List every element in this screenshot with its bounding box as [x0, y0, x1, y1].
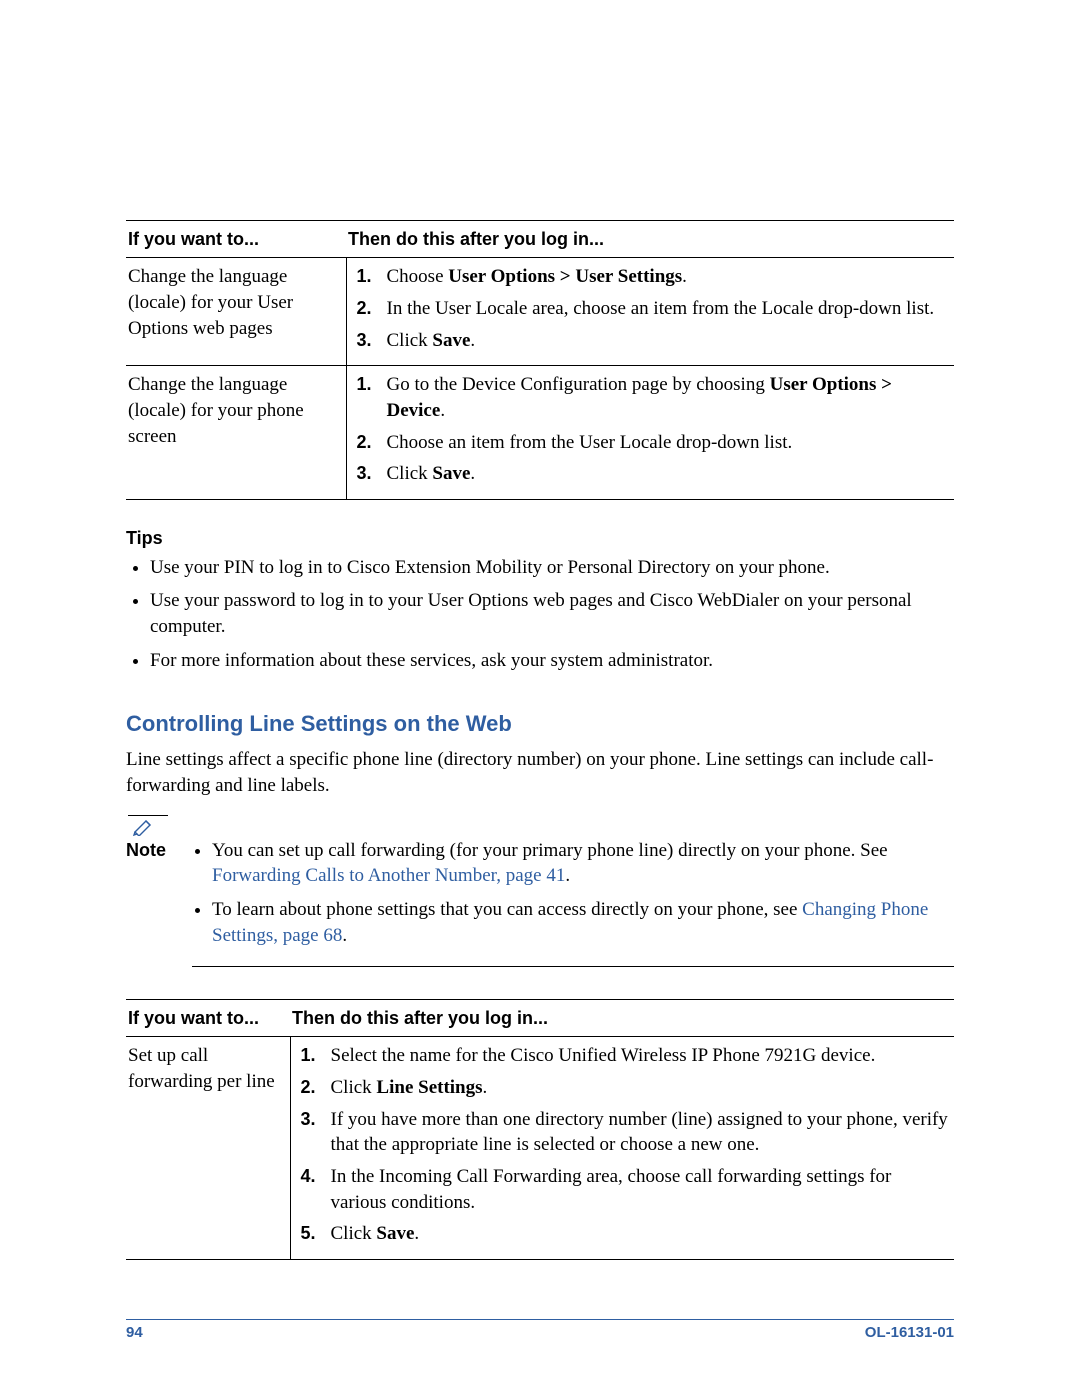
step: Choose User Options > User Settings. [357, 264, 949, 290]
steps-cell: Go to the Device Configuration page by c… [346, 366, 954, 500]
table-header: If you want to... [126, 221, 346, 258]
note-rule [128, 815, 168, 816]
note-block: Note You can set up call forwarding (for… [126, 815, 954, 968]
steps-cell: Select the name for the Cisco Unified Wi… [290, 1037, 954, 1259]
note-item: To learn about phone settings that you c… [212, 897, 954, 948]
step: Click Line Settings. [301, 1075, 949, 1101]
table-row: Set up call forwarding per line Select t… [126, 1037, 954, 1259]
note-item: You can set up call forwarding (for your… [212, 838, 954, 889]
step: Go to the Device Configuration page by c… [357, 372, 949, 423]
step: Click Save. [301, 1221, 949, 1247]
pencil-icon [132, 818, 954, 836]
note-label: Note [126, 838, 192, 862]
document-id: OL-16131-01 [865, 1324, 954, 1341]
tip-item: Use your PIN to log in to Cisco Extensio… [150, 555, 954, 581]
steps-cell: Choose User Options > User Settings. In … [346, 258, 954, 366]
want-cell: Set up call forwarding per line [126, 1037, 290, 1259]
note-content: You can set up call forwarding (for your… [192, 838, 954, 957]
table-row: Change the language (locale) for your ph… [126, 366, 954, 500]
table-row: Change the language (locale) for your Us… [126, 258, 954, 366]
step: In the User Locale area, choose an item … [357, 296, 949, 322]
step: Click Save. [357, 328, 949, 354]
note-rule [192, 966, 954, 967]
table-header: If you want to... [126, 1000, 290, 1037]
tip-item: Use your password to log in to your User… [150, 588, 954, 639]
tips-heading: Tips [126, 528, 954, 549]
want-cell: Change the language (locale) for your Us… [126, 258, 346, 366]
xref-link[interactable]: Forwarding Calls to Another Number, page… [212, 865, 565, 886]
step: If you have more than one directory numb… [301, 1107, 949, 1158]
page-number: 94 [126, 1324, 143, 1341]
step: Choose an item from the User Locale drop… [357, 430, 949, 456]
want-cell: Change the language (locale) for your ph… [126, 366, 346, 500]
step: In the Incoming Call Forwarding area, ch… [301, 1164, 949, 1215]
section-paragraph: Line settings affect a specific phone li… [126, 747, 954, 798]
tips-list: Use your PIN to log in to Cisco Extensio… [150, 555, 954, 674]
section-heading: Controlling Line Settings on the Web [126, 711, 954, 737]
step: Select the name for the Cisco Unified Wi… [301, 1043, 949, 1069]
table-header: Then do this after you log in... [290, 1000, 954, 1037]
table-header: Then do this after you log in... [346, 221, 954, 258]
page-footer: 94 OL-16131-01 [126, 1319, 954, 1341]
procedure-table-locale: If you want to... Then do this after you… [126, 220, 954, 500]
document-page: If you want to... Then do this after you… [0, 0, 1080, 1397]
step: Click Save. [357, 461, 949, 487]
tip-item: For more information about these service… [150, 648, 954, 674]
procedure-table-line-settings: If you want to... Then do this after you… [126, 999, 954, 1260]
